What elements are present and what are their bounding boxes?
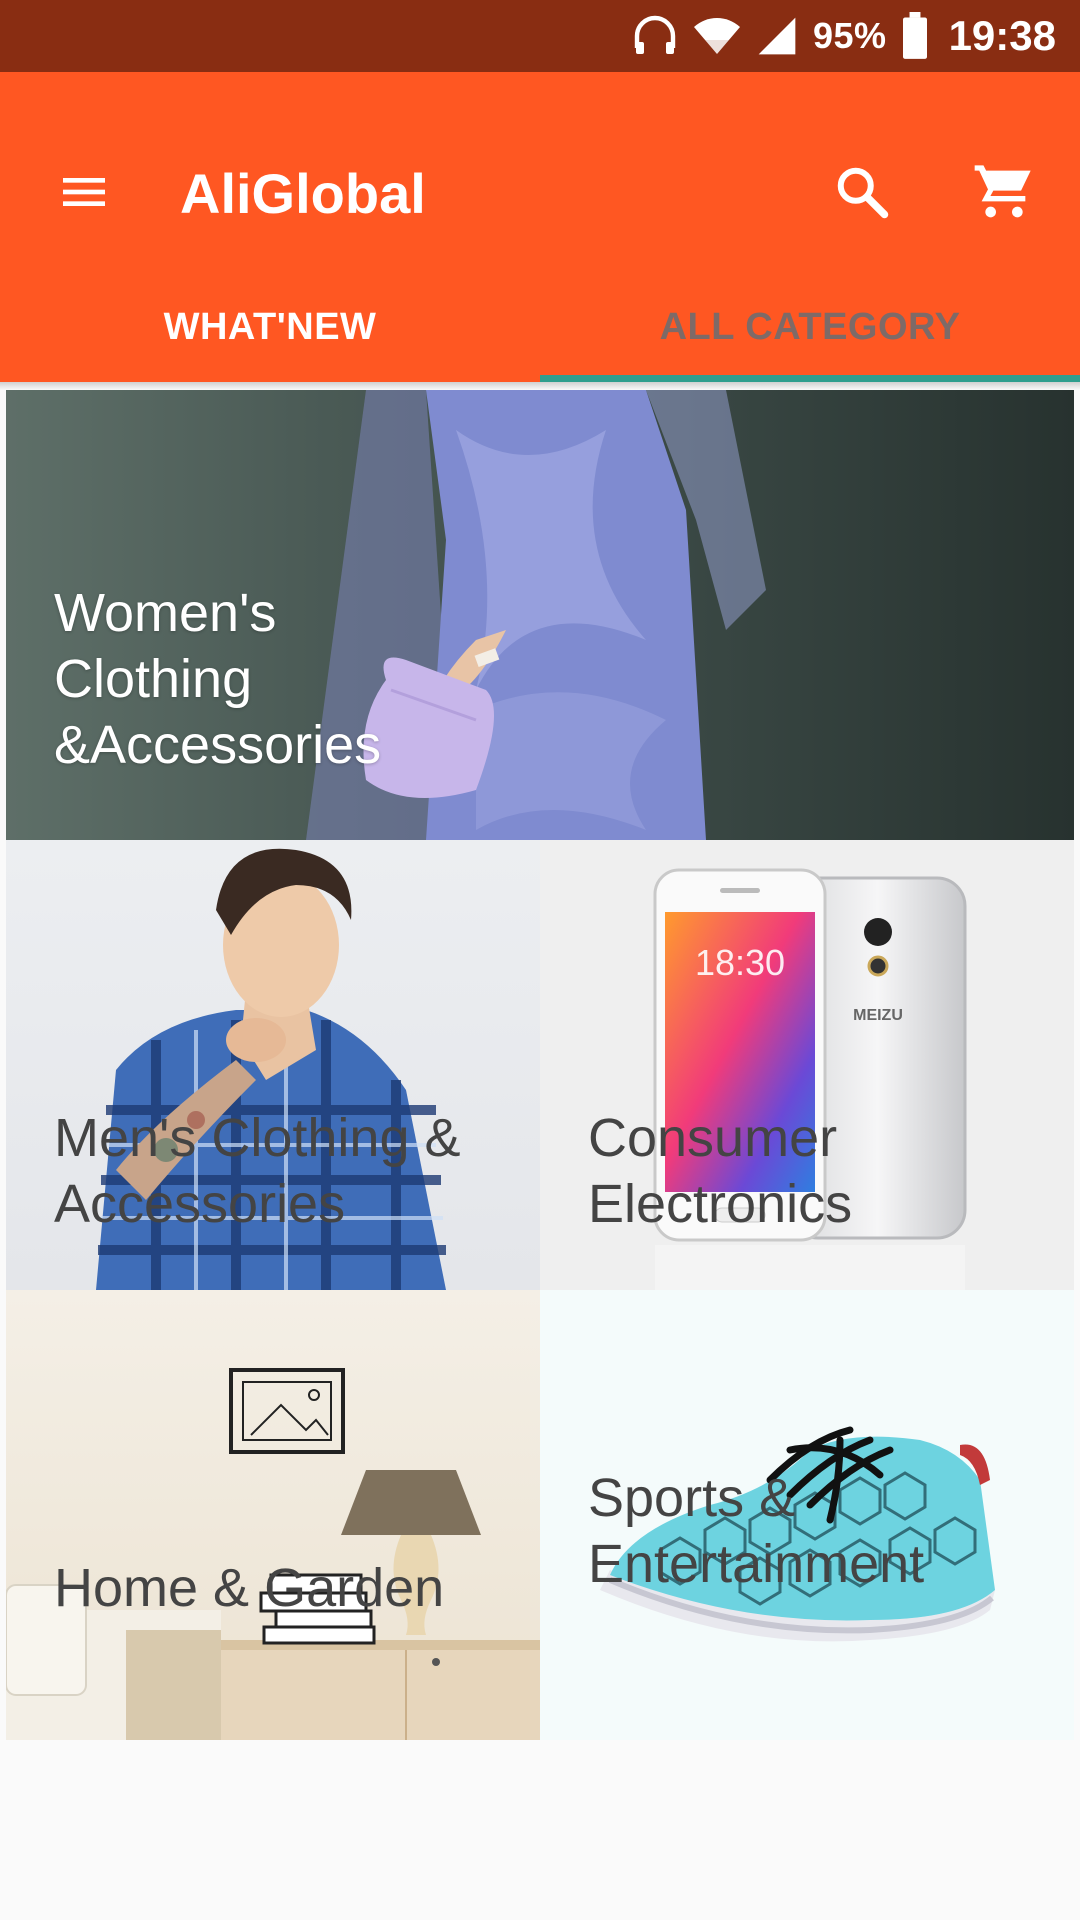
category-label-line: &Accessories — [54, 715, 382, 775]
category-tile-sports-entertainment[interactable]: Sports & Entertainment — [540, 1290, 1074, 1740]
category-label-line: Men's Clothing & — [54, 1108, 461, 1168]
category-label-line: Electronics — [588, 1174, 853, 1234]
category-label: Sports & Entertainment — [588, 1465, 924, 1597]
category-label: Consumer Electronics — [588, 1105, 852, 1237]
category-label: Women's Clothing &Accessories — [54, 580, 381, 778]
tab-label: WHAT'NEW — [163, 305, 377, 348]
category-label: Home & Garden — [54, 1555, 444, 1621]
headphones-icon — [634, 15, 676, 54]
tab-whats-new[interactable]: WHAT'NEW — [0, 272, 540, 382]
category-label-line: Entertainment — [588, 1534, 925, 1594]
category-label-line: Sports & — [588, 1468, 796, 1528]
menu-icon — [63, 178, 105, 206]
category-tile-womens-clothing[interactable]: Women's Clothing &Accessories — [6, 390, 1074, 840]
category-grid: Women's Clothing &Accessories Men's Clot… — [6, 390, 1074, 1740]
category-label-line: Consumer — [588, 1108, 838, 1168]
tab-label: ALL CATEGORY — [659, 305, 961, 348]
cart-button[interactable] — [962, 150, 1046, 234]
battery-percent: 95% — [813, 15, 887, 56]
phone-brand: MEIZU — [853, 1007, 903, 1024]
status-icons: 95% 19:38 — [631, 0, 1056, 72]
tab-bar: WHAT'NEW ALL CATEGORY — [0, 272, 1080, 382]
tab-all-category[interactable]: ALL CATEGORY — [540, 272, 1080, 382]
status-bar: 95% 19:38 — [0, 0, 1080, 72]
app-bar-shadow — [0, 382, 1080, 390]
search-icon — [837, 167, 889, 219]
battery-icon — [902, 12, 927, 59]
search-button[interactable] — [820, 150, 904, 234]
category-label: Men's Clothing & Accessories — [54, 1105, 461, 1237]
category-label-line: Clothing — [54, 649, 253, 709]
category-label-line: Home & Garden — [54, 1558, 445, 1618]
category-label-line: Women's — [54, 583, 277, 643]
clock: 19:38 — [948, 12, 1056, 59]
tab-indicator — [540, 375, 1080, 382]
category-tile-mens-clothing[interactable]: Men's Clothing & Accessories — [6, 840, 540, 1290]
menu-button[interactable] — [42, 150, 126, 234]
category-label-line: Accessories — [54, 1174, 346, 1234]
app-title: AliGlobal — [180, 162, 426, 225]
phone-screen-time: 18:30 — [695, 942, 785, 983]
wifi-icon — [694, 18, 741, 54]
cart-icon — [974, 165, 1031, 218]
category-tile-home-garden[interactable]: Home & Garden — [6, 1290, 540, 1740]
category-tile-consumer-electronics[interactable]: MEIZU 18:30 Consumer Electronics — [540, 840, 1074, 1290]
home-garden-image — [6, 1368, 540, 1740]
app-bar: AliGlobal WHAT'NEW ALL CATEGORY — [0, 72, 1080, 382]
signal-icon — [758, 17, 796, 55]
